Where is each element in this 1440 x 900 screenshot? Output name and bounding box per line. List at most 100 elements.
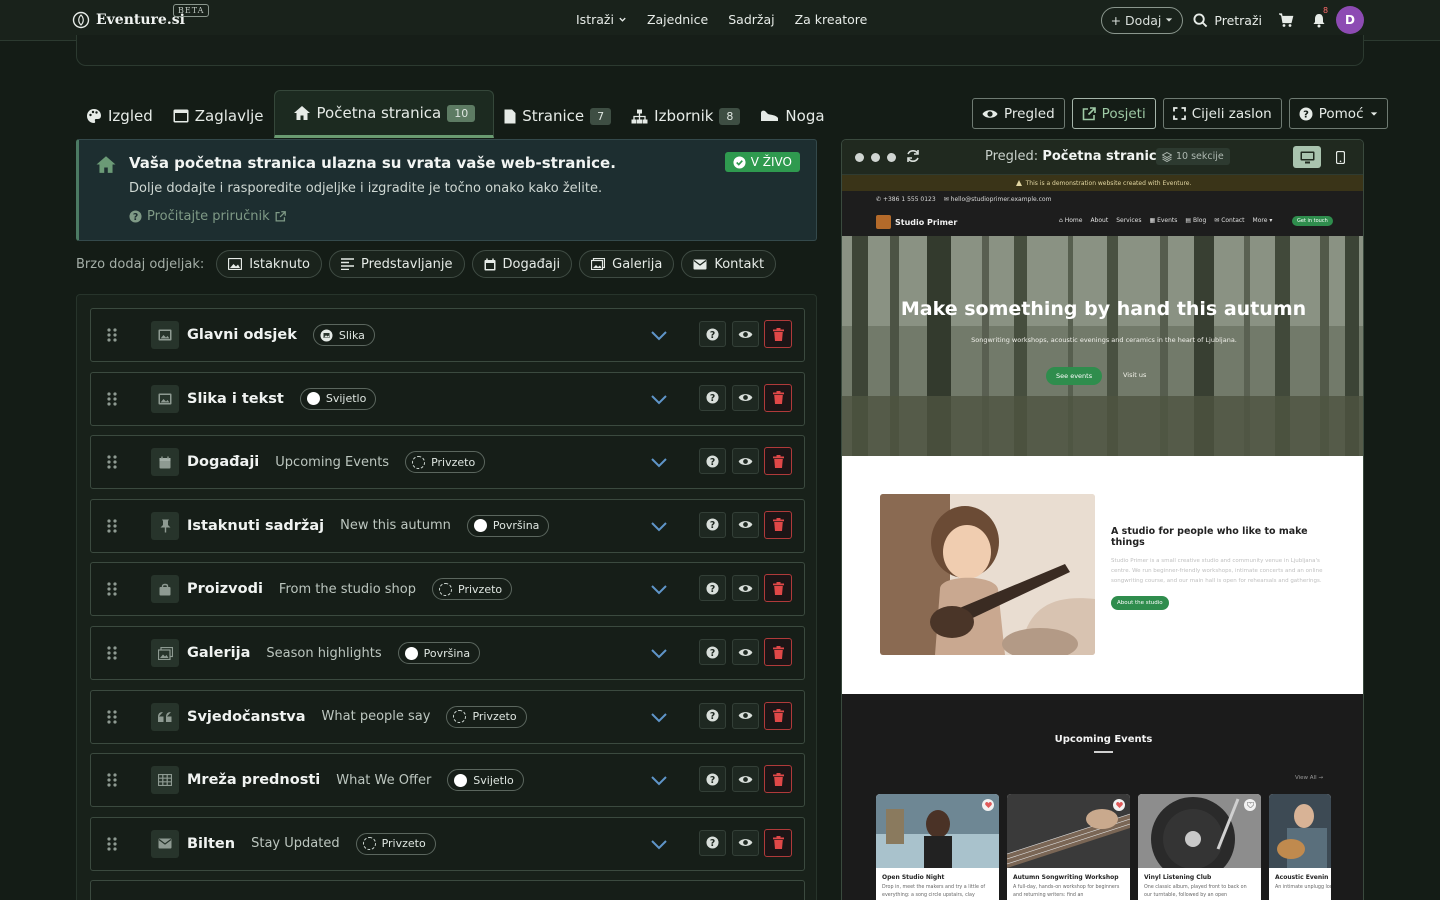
drag-handle-icon[interactable] <box>107 582 117 596</box>
section-style-pill[interactable]: Površina <box>466 514 550 537</box>
nav-link-content[interactable]: Sadržaj <box>728 12 774 27</box>
hero-secondary-link[interactable]: Visit us <box>1123 371 1146 379</box>
avatar[interactable]: D <box>1336 6 1364 34</box>
event-card[interactable]: Acoustic Evenin An intimate unplugg loca… <box>1269 794 1331 900</box>
section-style-pill[interactable]: Svijetlo <box>299 387 377 410</box>
section-row[interactable]: Svjedočanstva What people say Privzeto? <box>90 689 805 744</box>
site-menu-events[interactable]: ▦ Events <box>1150 217 1178 224</box>
section-style-pill[interactable]: Slika <box>312 324 375 346</box>
section-delete-button[interactable] <box>764 447 792 476</box>
tab-homepage[interactable]: Početna stranica 10 <box>273 90 495 138</box>
brand-logo[interactable]: Eventure.si <box>72 11 185 29</box>
drag-handle-icon[interactable] <box>107 455 117 469</box>
section-delete-button[interactable] <box>764 638 792 666</box>
site-logo[interactable]: Studio Primer <box>876 215 957 229</box>
drag-handle-icon[interactable] <box>107 328 117 342</box>
visit-button[interactable]: Posjeti <box>1071 98 1156 129</box>
section-visibility-button[interactable] <box>732 766 759 793</box>
section-help-button[interactable]: ? <box>699 384 726 411</box>
drag-handle-icon[interactable] <box>107 519 117 533</box>
mobile-view-button[interactable] <box>1326 146 1354 168</box>
tab-pages[interactable]: Stranice 7 <box>494 94 621 138</box>
chevron-down-icon[interactable] <box>650 453 668 471</box>
section-style-pill[interactable]: Privzeto <box>446 705 527 728</box>
help-dropdown[interactable]: ? Pomoć <box>1288 98 1388 129</box>
section-delete-button[interactable] <box>764 574 792 603</box>
section-help-button[interactable]: ? <box>699 702 726 729</box>
tab-footer[interactable]: Noga <box>750 94 834 138</box>
chevron-down-icon[interactable] <box>650 390 668 408</box>
quick-add-featured[interactable]: Istaknuto <box>216 250 322 278</box>
tab-menu[interactable]: Izbornik 8 <box>621 94 750 138</box>
search-button[interactable]: Pretraži <box>1193 13 1262 28</box>
section-row[interactable]: Mreža prednosti What We Offer Svijetlo? <box>90 753 805 808</box>
section-style-pill[interactable]: Površina <box>397 642 481 664</box>
drag-handle-icon[interactable] <box>107 709 117 724</box>
section-row[interactable] <box>90 880 805 900</box>
chevron-down-icon[interactable] <box>650 580 668 598</box>
heart-icon[interactable] <box>1244 799 1256 811</box>
tab-header[interactable]: Zaglavlje <box>163 94 274 138</box>
guide-link[interactable]: ? Pročitajte priručnik <box>129 209 286 224</box>
section-delete-button[interactable] <box>764 765 792 794</box>
section-visibility-button[interactable] <box>732 384 759 411</box>
site-menu-contact[interactable]: ✉ Contact <box>1214 217 1244 224</box>
section-visibility-button[interactable] <box>732 829 759 856</box>
quick-add-gallery[interactable]: Galerija <box>579 250 675 278</box>
section-style-pill[interactable]: Privzeto <box>355 832 436 855</box>
section-row[interactable]: Slika i tekst Svijetlo? <box>90 371 805 426</box>
cart-button[interactable] <box>1278 12 1294 28</box>
section-help-button[interactable]: ? <box>699 448 726 475</box>
tab-appearance[interactable]: Izgled <box>76 94 163 138</box>
chevron-down-icon[interactable] <box>650 771 668 789</box>
section-row[interactable]: Događaji Upcoming Events Privzeto? <box>90 435 805 490</box>
section-row[interactable]: Proizvodi From the studio shop Privzeto? <box>90 562 805 617</box>
chevron-down-icon[interactable] <box>650 708 668 726</box>
site-cta-button[interactable]: Get in touch <box>1292 216 1333 226</box>
fullscreen-button[interactable]: Cijeli zaslon <box>1162 98 1282 129</box>
section-help-button[interactable]: ? <box>699 766 726 793</box>
hero-primary-button[interactable]: See events <box>1046 367 1103 385</box>
section-delete-button[interactable] <box>764 510 792 539</box>
section-row[interactable]: Bilten Stay Updated Privzeto? <box>90 816 805 871</box>
drag-handle-icon[interactable] <box>107 646 117 660</box>
chevron-down-icon[interactable] <box>650 835 668 853</box>
chevron-down-icon[interactable] <box>650 517 668 535</box>
preview-button[interactable]: Pregled <box>972 98 1065 129</box>
section-style-pill[interactable]: Privzeto <box>405 451 486 474</box>
section-row[interactable]: Galerija Season highlights Površina? <box>90 626 805 680</box>
section-delete-button[interactable] <box>764 828 792 857</box>
event-card[interactable]: Vinyl Listening Club One classic album, … <box>1138 794 1261 900</box>
quick-add-contact[interactable]: Kontakt <box>681 250 777 278</box>
section-help-button[interactable]: ? <box>699 321 726 347</box>
section-delete-button[interactable] <box>764 383 792 412</box>
site-menu-blog[interactable]: ▤ Blog <box>1185 217 1206 224</box>
section-help-button[interactable]: ? <box>699 575 726 602</box>
section-delete-button[interactable] <box>764 701 792 730</box>
site-menu-services[interactable]: Services <box>1116 217 1141 224</box>
section-help-button[interactable]: ? <box>699 639 726 665</box>
drag-handle-icon[interactable] <box>107 391 117 406</box>
site-menu-about[interactable]: About <box>1090 217 1108 224</box>
quick-add-events[interactable]: Događaji <box>471 250 573 278</box>
section-help-button[interactable]: ? <box>699 829 726 856</box>
desktop-view-button[interactable] <box>1293 146 1321 168</box>
nav-link-communities[interactable]: Zajednice <box>647 12 708 27</box>
section-visibility-button[interactable] <box>732 448 759 475</box>
site-menu-more[interactable]: More ▾ <box>1253 217 1273 224</box>
section-visibility-button[interactable] <box>732 575 759 602</box>
events-view-all-link[interactable]: View All → <box>1295 775 1323 781</box>
quick-add-intro[interactable]: Predstavljanje <box>329 250 465 278</box>
heart-icon[interactable] <box>1113 799 1125 811</box>
notifications-button[interactable]: 8 <box>1312 6 1328 28</box>
about-button[interactable]: About the studio <box>1111 596 1169 610</box>
site-menu-home[interactable]: ⌂ Home <box>1059 217 1082 224</box>
add-button[interactable]: + Dodaj <box>1100 6 1184 34</box>
section-style-pill[interactable]: Svijetlo <box>447 769 524 792</box>
section-help-button[interactable]: ? <box>699 511 726 538</box>
section-visibility-button[interactable] <box>732 639 759 665</box>
section-row[interactable]: Istaknuti sadržaj New this autumn Površina… <box>90 498 805 553</box>
section-delete-button[interactable] <box>764 320 792 348</box>
site-email[interactable]: ✉ hello@studioprimer.example.com <box>944 196 1052 203</box>
drag-handle-icon[interactable] <box>107 773 117 787</box>
